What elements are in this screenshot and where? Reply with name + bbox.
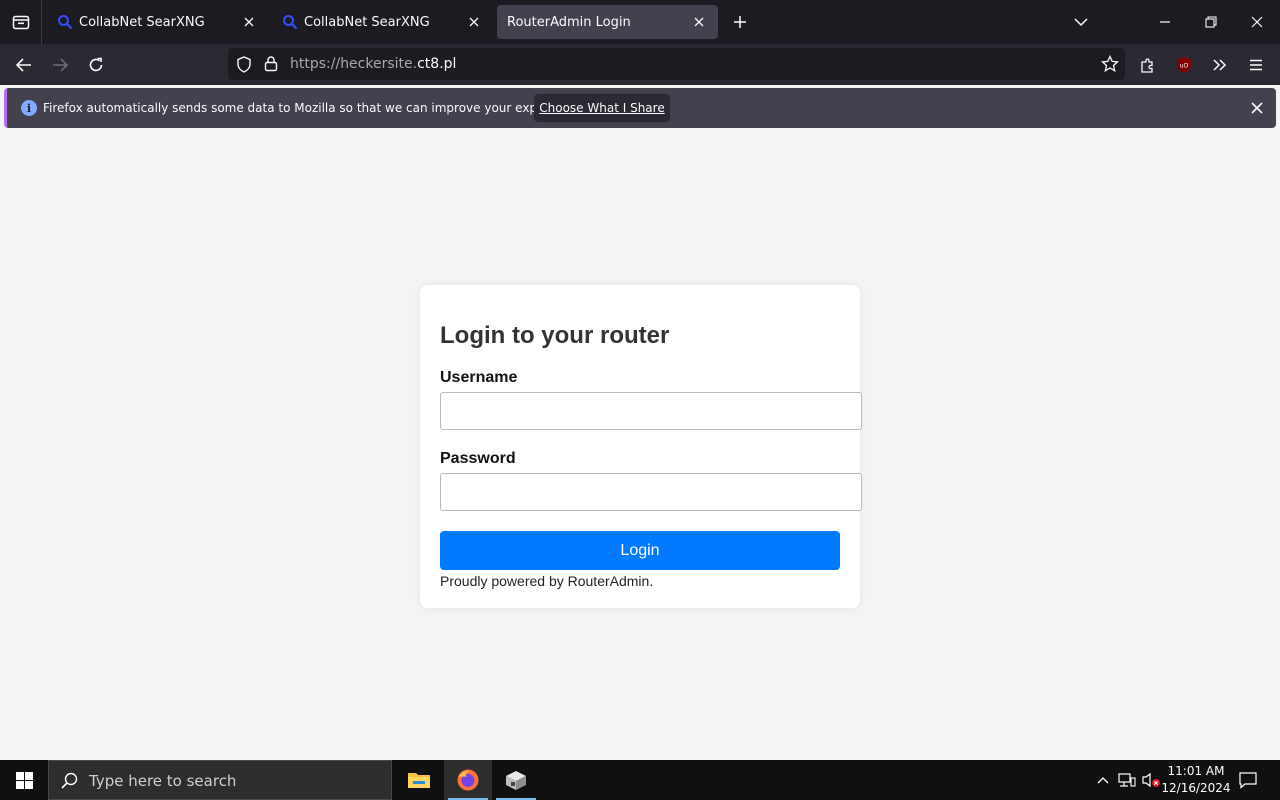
info-icon: i	[21, 100, 37, 116]
tab-title: CollabNet SearXNG	[79, 14, 205, 30]
clock-date: 12/16/2024	[1161, 781, 1231, 795]
lock-icon[interactable]	[264, 55, 278, 77]
search-icon	[282, 14, 298, 30]
close-icon[interactable]	[1248, 99, 1266, 117]
app-menu-button[interactable]	[1241, 50, 1271, 80]
plus-icon	[734, 16, 746, 28]
firefox-taskbar-button[interactable]	[444, 760, 492, 800]
tab-searxng-2[interactable]: CollabNet SearXNG	[272, 5, 493, 39]
powered-by-text: Proudly powered by RouterAdmin.	[440, 573, 654, 589]
more-tools-button[interactable]	[1205, 50, 1235, 80]
choose-what-i-share-button[interactable]: Choose What I Share	[534, 94, 670, 122]
package-app-button[interactable]	[492, 760, 540, 800]
search-icon	[57, 14, 73, 30]
notification-center-icon	[1239, 771, 1257, 789]
clock-time: 11:01 AM	[1167, 764, 1225, 778]
file-explorer-icon	[408, 773, 430, 788]
puzzle-icon	[1141, 58, 1153, 73]
firefox-view-icon	[12, 15, 29, 30]
back-button[interactable]	[9, 50, 39, 80]
url-domain: ct8.pl	[417, 56, 457, 72]
extensions-button[interactable]	[1133, 50, 1163, 80]
ublock-origin-icon: uO	[1177, 57, 1191, 73]
chevron-up-icon	[1097, 777, 1109, 784]
list-all-tabs-button[interactable]	[1058, 0, 1104, 44]
tab-title: CollabNet SearXNG	[304, 14, 430, 30]
tab-searxng-1[interactable]: CollabNet SearXNG	[47, 5, 268, 39]
button-label: Choose What I Share	[539, 101, 665, 115]
chevron-down-icon	[1074, 18, 1088, 27]
svg-text:uO: uO	[1180, 63, 1189, 70]
close-icon[interactable]	[465, 13, 483, 31]
firefox-view-button[interactable]	[0, 0, 42, 44]
windows-logo-icon	[15, 771, 33, 789]
tab-title: RouterAdmin Login	[507, 14, 631, 30]
arrow-left-icon	[16, 58, 31, 72]
restore-button[interactable]	[1188, 0, 1234, 44]
new-tab-button[interactable]	[728, 10, 752, 34]
nav-toolbar: https://heckersite.ct8.pl uO	[0, 44, 1280, 85]
system-clock[interactable]: 11:01 AM 12/16/2024	[1160, 763, 1232, 797]
taskbar: Type here to search 11:01 AM 12/16/2024	[0, 760, 1280, 800]
restore-icon	[1205, 16, 1217, 28]
double-chevron-right-icon	[1213, 59, 1227, 71]
arrow-right-icon	[53, 58, 68, 72]
url-scheme: https://	[290, 56, 341, 72]
tab-routeradmin-login[interactable]: RouterAdmin Login	[497, 5, 718, 39]
network-status-button[interactable]	[1115, 760, 1139, 800]
ublock-origin-button[interactable]: uO	[1169, 50, 1199, 80]
speaker-muted-icon	[1142, 772, 1160, 788]
close-window-button[interactable]	[1234, 0, 1280, 44]
data-collection-notification: i Firefox automatically sends some data …	[4, 88, 1276, 128]
close-icon	[1251, 16, 1263, 28]
url-subdomain: heckersite.	[340, 56, 418, 72]
login-card: Login to your router Username Password L…	[420, 285, 862, 608]
close-icon[interactable]	[240, 13, 258, 31]
search-icon	[61, 772, 78, 794]
username-label: Username	[440, 369, 518, 386]
tab-bar: CollabNet SearXNG CollabNet SearXNG Rout…	[0, 0, 1280, 44]
start-button[interactable]	[0, 760, 48, 800]
password-input[interactable]	[440, 473, 862, 511]
reload-button[interactable]	[81, 50, 111, 80]
network-icon	[1118, 773, 1136, 787]
password-label: Password	[440, 450, 516, 467]
notification-message: Firefox automatically sends some data to…	[43, 101, 586, 115]
minimize-button[interactable]	[1142, 0, 1188, 44]
url-text[interactable]: https://heckersite.ct8.pl	[290, 56, 456, 72]
notification-center-button[interactable]	[1234, 760, 1262, 800]
hamburger-menu-icon	[1250, 59, 1262, 71]
url-bar[interactable]: https://heckersite.ct8.pl	[228, 48, 1125, 80]
minimize-icon	[1160, 21, 1170, 23]
tracking-protection-shield-icon[interactable]	[236, 56, 252, 78]
show-hidden-icons-button[interactable]	[1093, 760, 1113, 800]
bookmark-star-icon[interactable]	[1100, 54, 1120, 78]
reload-icon	[89, 57, 103, 72]
package-app-icon	[506, 771, 526, 790]
page-title: Login to your router	[440, 322, 670, 349]
search-placeholder: Type here to search	[89, 772, 237, 790]
username-input[interactable]	[440, 392, 862, 430]
firefox-icon	[457, 769, 479, 791]
page-content: Login to your router Username Password L…	[0, 133, 1280, 760]
taskbar-search-box[interactable]: Type here to search	[48, 760, 392, 800]
forward-button[interactable]	[45, 50, 75, 80]
file-explorer-button[interactable]	[395, 760, 443, 800]
close-icon[interactable]	[690, 13, 708, 31]
login-button[interactable]: Login	[440, 531, 840, 570]
